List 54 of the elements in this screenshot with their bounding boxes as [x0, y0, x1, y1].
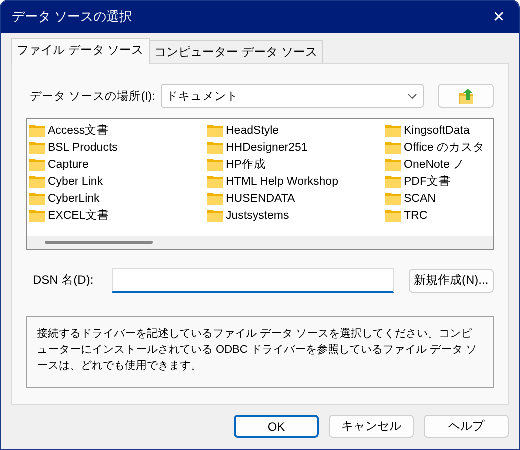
folder-item[interactable]: OneNote ノ	[385, 156, 493, 173]
dialog-button[interactable]: キャンセル	[329, 415, 414, 438]
dialog-button[interactable]: OK	[234, 415, 319, 438]
folder-item[interactable]: HHDesigner251	[207, 139, 385, 156]
close-button[interactable]: ✕	[479, 1, 519, 33]
folder-icon	[207, 209, 223, 222]
folder-up-icon	[458, 88, 474, 104]
window-title: データ ソースの選択	[12, 8, 133, 26]
folder-item[interactable]: HP作成	[207, 156, 385, 173]
folder-icon	[29, 124, 45, 137]
folder-item[interactable]: KingsoftData	[385, 122, 493, 139]
tab[interactable]: コンピューター データ ソース	[148, 40, 324, 63]
folder-icon	[207, 141, 223, 154]
folder-item[interactable]: Access文書	[29, 122, 207, 139]
folder-item[interactable]: Office のカスタ	[385, 139, 493, 156]
folder-icon	[29, 158, 45, 171]
folder-item[interactable]: CyberLink	[29, 190, 207, 207]
folder-icon	[385, 209, 401, 222]
folder-item[interactable]: Justsystems	[207, 207, 385, 224]
folder-icon	[29, 175, 45, 188]
dsn-label: DSN 名(D):	[33, 272, 95, 289]
chevron-down-icon	[408, 94, 417, 98]
folder-icon	[385, 192, 401, 205]
folder-item[interactable]: Capture	[29, 156, 207, 173]
dsn-input-field[interactable]	[112, 268, 394, 293]
folder-item[interactable]: HeadStyle	[207, 122, 385, 139]
folder-item[interactable]: PDF文書	[385, 173, 493, 190]
folder-icon	[29, 209, 45, 222]
folder-item[interactable]: Cyber Link	[29, 173, 207, 190]
folder-item[interactable]: SCAN	[385, 190, 493, 207]
folder-up-button[interactable]	[438, 84, 494, 108]
folder-icon	[385, 158, 401, 171]
folder-item[interactable]: BSL Products	[29, 139, 207, 156]
horizontal-scrollbar[interactable]	[27, 236, 493, 249]
location-label: データ ソースの場所(I):	[30, 90, 156, 104]
tab[interactable]: ファイル データ ソース	[11, 38, 150, 64]
location-dropdown[interactable]: ドキュメント	[161, 84, 424, 108]
folder-icon	[207, 158, 223, 171]
description-text: 接続するドライバーを記述しているファイル データ ソースを選択してください。コンピューターにインストールされている ODBC ドライバーを参照しているファイル データ ソースは、どれでも使用できます。	[26, 316, 494, 388]
folder-icon	[207, 124, 223, 137]
folder-icon	[207, 175, 223, 188]
folder-item[interactable]: HUSENDATA	[207, 190, 385, 207]
folder-icon	[385, 141, 401, 154]
folder-icon	[385, 124, 401, 137]
file-list[interactable]: Access文書 BSL Products Capture Cyber Link CyberLink EXCEL文書 HeadStyle HHDesigner251 HP作成 HTML Help Workshop HUSENDATA Justsystems KingsoftData Office のカスタ OneNote ノ PDF文書 SCAN TRC	[26, 118, 494, 250]
dialog-button[interactable]: ヘルプ	[424, 415, 509, 438]
folder-item[interactable]: EXCEL文書	[29, 207, 207, 224]
folder-icon	[385, 175, 401, 188]
folder-icon	[207, 192, 223, 205]
folder-icon	[29, 192, 45, 205]
folder-item[interactable]: HTML Help Workshop	[207, 173, 385, 190]
folder-item[interactable]: TRC	[385, 207, 493, 224]
folder-icon	[29, 141, 45, 154]
new-button[interactable]: 新規作成(N)...	[409, 268, 494, 292]
